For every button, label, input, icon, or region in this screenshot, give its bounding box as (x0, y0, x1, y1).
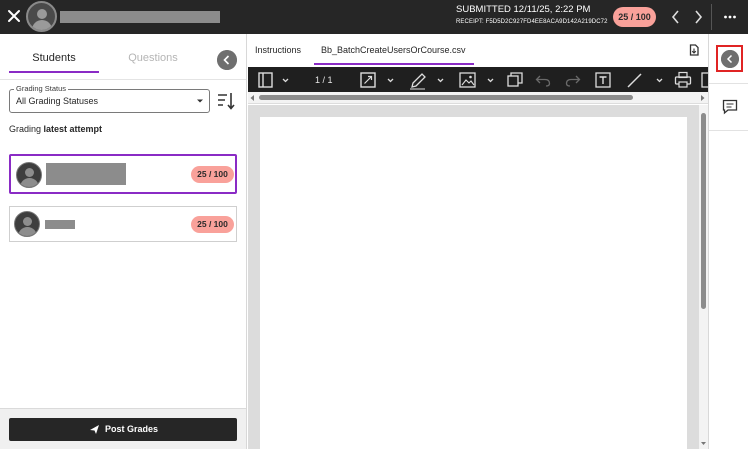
download-icon[interactable] (688, 44, 700, 56)
tab-submission-file[interactable]: Bb_BatchCreateUsersOrCourse.csv (321, 45, 466, 55)
collapse-rail-icon[interactable] (721, 50, 739, 68)
comment-tool-icon[interactable] (507, 70, 523, 90)
right-rail (708, 34, 748, 449)
chevron-right-icon[interactable] (690, 8, 706, 26)
redo-icon[interactable] (565, 70, 581, 90)
line-tool-icon[interactable] (626, 70, 664, 90)
divider (0, 79, 246, 80)
overflow-tool-icon[interactable] (700, 70, 708, 90)
tab-questions[interactable]: Questions (108, 52, 198, 64)
text-box-icon[interactable] (595, 70, 611, 90)
horizontal-scrollbar[interactable] (248, 92, 708, 104)
pen-icon[interactable] (409, 70, 445, 90)
scroll-right-icon[interactable] (699, 94, 706, 102)
close-icon[interactable] (4, 6, 24, 26)
grading-status-label: Grading Status (14, 84, 69, 93)
divider (709, 83, 748, 84)
student-avatar (26, 1, 57, 32)
receipt-id: RECEIPT: F5D5D2C927FD4EE8ACA9D142A219DC7… (456, 19, 608, 25)
expand-panel-highlight (716, 45, 743, 72)
student-card[interactable]: 25 / 100 (9, 206, 237, 242)
topbar-divider (711, 4, 712, 30)
tab-students[interactable]: Students (9, 52, 99, 64)
print-icon[interactable] (674, 70, 692, 90)
annotation-toolbar: 1 / 1 (248, 67, 708, 92)
student-name-redacted (46, 163, 126, 185)
sidebar-toggle-icon[interactable] (257, 70, 289, 90)
document-viewer: Instructions Bb_BatchCreateUsersOrCourse… (248, 34, 708, 449)
avatar (14, 211, 40, 237)
document-canvas (248, 105, 699, 449)
post-grades-button[interactable]: Post Grades (9, 418, 237, 441)
avatar (16, 162, 42, 188)
post-grades-bar: Post Grades (0, 408, 246, 449)
student-card-selected[interactable]: 25 / 100 (9, 154, 237, 194)
image-icon[interactable] (459, 70, 495, 90)
scroll-thumb[interactable] (259, 95, 633, 100)
scroll-left-icon[interactable] (249, 94, 256, 102)
more-horizontal-icon[interactable] (723, 10, 737, 24)
grading-note-bold: latest attempt (43, 124, 103, 134)
collapse-panel-icon[interactable] (217, 50, 237, 70)
sort-icon[interactable] (216, 90, 236, 112)
student-grade-pill: 25 / 100 (191, 166, 234, 183)
tab-active-underline (9, 71, 99, 73)
tab-active-underline (314, 63, 474, 65)
fit-page-icon[interactable] (360, 70, 394, 90)
top-bar: SUBMITTED 12/11/25, 2:22 PM RECEIPT: F5D… (0, 0, 748, 34)
scroll-thumb[interactable] (701, 113, 706, 309)
post-grades-label: Post Grades (105, 424, 159, 434)
document-page (260, 117, 687, 449)
undo-icon[interactable] (535, 70, 551, 90)
submitted-timestamp: SUBMITTED 12/11/25, 2:22 PM (456, 4, 591, 15)
grade-pill[interactable]: 25 / 100 (613, 7, 656, 27)
student-name-redacted (45, 220, 75, 229)
student-grade-pill: 25 / 100 (191, 216, 234, 233)
chevron-left-icon[interactable] (668, 8, 684, 26)
vertical-scrollbar[interactable] (699, 105, 708, 449)
grading-status-value: All Grading Statuses (16, 96, 99, 106)
divider (709, 130, 748, 131)
send-icon (90, 425, 99, 434)
grading-note-prefix: Grading (9, 124, 44, 134)
scroll-down-icon[interactable] (700, 440, 707, 447)
tab-instructions[interactable]: Instructions (255, 45, 301, 55)
grading-attempt-note: Grading latest attempt (9, 124, 102, 134)
feedback-icon[interactable] (722, 99, 738, 115)
page-indicator: 1 / 1 (315, 75, 333, 85)
students-panel: Students Questions Grading Status All Gr… (0, 34, 247, 449)
caret-down-icon (197, 99, 203, 103)
student-name-redacted (60, 11, 220, 23)
